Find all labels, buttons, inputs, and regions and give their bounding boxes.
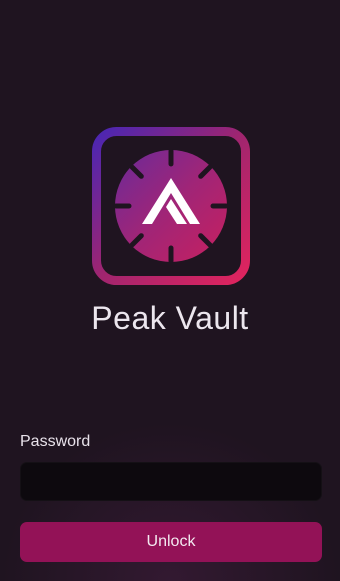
unlock-button[interactable]: Unlock	[20, 522, 322, 562]
password-label: Password	[20, 433, 91, 450]
peak-vault-logo-icon	[92, 127, 250, 285]
password-input[interactable]	[20, 462, 322, 501]
app-title: Peak Vault	[91, 300, 249, 336]
